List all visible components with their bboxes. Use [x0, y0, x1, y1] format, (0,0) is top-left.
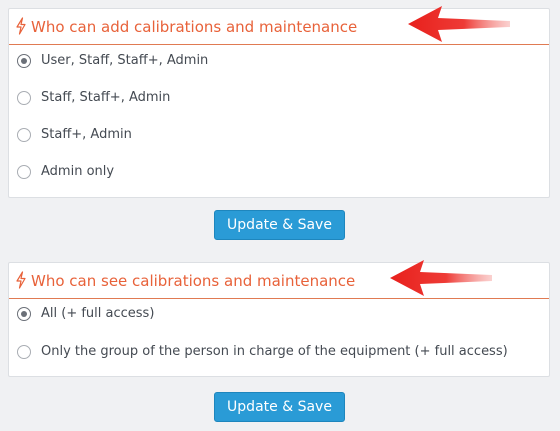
option-label: Only the group of the person in charge o…	[41, 344, 508, 359]
option-label: Admin only	[41, 164, 115, 179]
see-option-all[interactable]: All (+ full access)	[17, 304, 154, 324]
lightning-icon	[16, 271, 26, 289]
radio-button[interactable]	[17, 345, 31, 359]
see-update-save-button[interactable]: Update & Save	[214, 392, 345, 422]
option-label: User, Staff, Staff+, Admin	[41, 53, 209, 68]
annotation-arrow-icon	[408, 6, 510, 42]
see-permissions-title: Who can see calibrations and maintenance	[31, 272, 356, 290]
annotation-arrow-icon	[390, 260, 492, 296]
radio-button[interactable]	[17, 165, 31, 179]
see-option-group-only[interactable]: Only the group of the person in charge o…	[17, 342, 508, 362]
add-option-user-staff-admin[interactable]: User, Staff, Staff+, Admin	[17, 51, 208, 71]
add-option-staff-admin[interactable]: Staff, Staff+, Admin	[17, 88, 170, 108]
add-update-save-button[interactable]: Update & Save	[214, 210, 345, 240]
lightning-icon	[16, 17, 26, 35]
radio-button[interactable]	[17, 307, 31, 321]
option-label: Staff+, Admin	[41, 127, 132, 142]
add-option-admin-only[interactable]: Admin only	[17, 162, 114, 182]
option-label: All (+ full access)	[41, 306, 155, 321]
add-permissions-title: Who can add calibrations and maintenance	[31, 18, 358, 36]
option-label: Staff, Staff+, Admin	[41, 90, 171, 105]
radio-button[interactable]	[17, 128, 31, 142]
add-option-staffplus-admin[interactable]: Staff+, Admin	[17, 125, 132, 145]
radio-button[interactable]	[17, 91, 31, 105]
radio-button[interactable]	[17, 54, 31, 68]
